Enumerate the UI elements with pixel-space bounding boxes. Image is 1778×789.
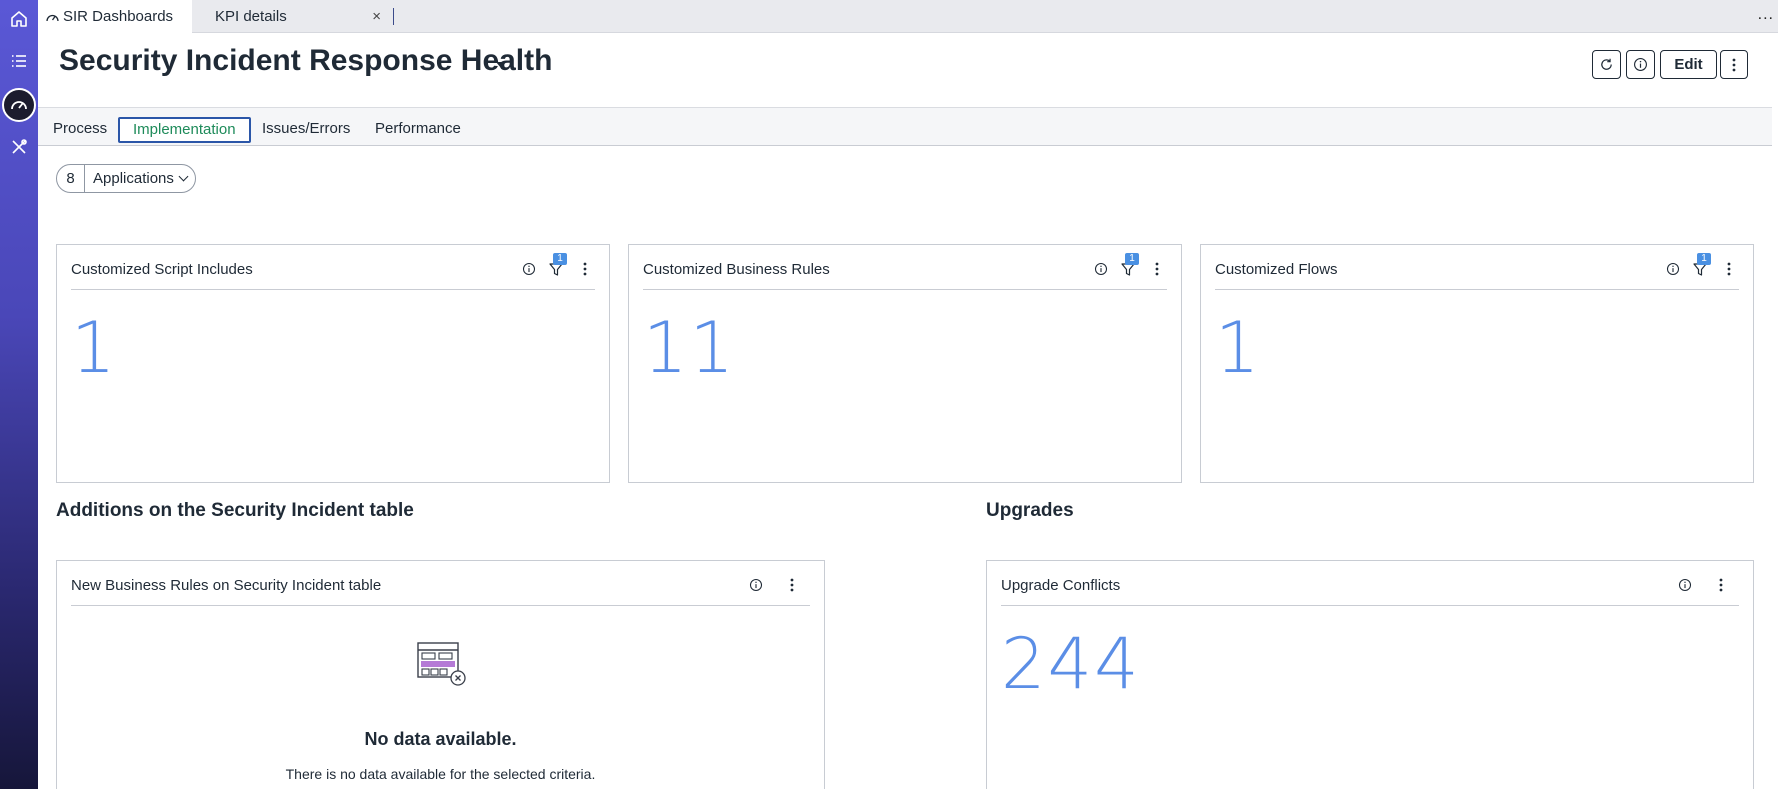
refresh-button[interactable] xyxy=(1592,50,1621,79)
info-icon[interactable] xyxy=(1665,261,1681,277)
workspace-tab-strip: SIR Dashboards KPI details × ... xyxy=(38,0,1778,33)
kebab-icon[interactable] xyxy=(1713,577,1729,593)
list-icon[interactable] xyxy=(0,42,38,80)
chevron-down-icon xyxy=(178,171,189,182)
card-title: Customized Script Includes xyxy=(71,261,253,278)
card-divider xyxy=(71,289,595,290)
applications-count: 8 xyxy=(57,165,85,192)
tools-icon[interactable] xyxy=(0,128,38,166)
card-divider xyxy=(1215,289,1739,290)
section-heading-additions: Additions on the Security Incident table xyxy=(56,500,414,521)
info-icon xyxy=(1633,57,1648,72)
applications-label: Applications xyxy=(93,170,174,187)
left-nav-rail xyxy=(0,0,38,789)
kpi-card-business-rules: Customized Business Rules 1 11 xyxy=(628,244,1182,483)
card-actions: 1 xyxy=(1665,253,1737,277)
kpi-card-script-includes: Customized Script Includes 1 1 xyxy=(56,244,610,483)
more-tabs-button[interactable]: ... xyxy=(1758,6,1774,24)
dashboard-icon[interactable] xyxy=(0,86,38,124)
kpi-card-flows: Customized Flows 1 1 xyxy=(1200,244,1754,483)
filter-icon[interactable]: 1 xyxy=(1693,253,1711,277)
kebab-icon[interactable] xyxy=(1721,261,1737,277)
upgrade-conflicts-card: Upgrade Conflicts 244 xyxy=(986,560,1754,789)
more-options-button[interactable] xyxy=(1720,50,1748,79)
tab-process[interactable]: Process xyxy=(53,118,107,144)
empty-state-message: There is no data available for the selec… xyxy=(285,766,596,782)
card-actions xyxy=(748,577,800,593)
tab-issues-errors[interactable]: Issues/Errors xyxy=(262,118,350,144)
info-button[interactable] xyxy=(1626,50,1655,79)
filter-icon[interactable]: 1 xyxy=(1121,253,1139,277)
home-icon[interactable] xyxy=(0,0,38,38)
tab-sir-dashboards[interactable]: SIR Dashboards xyxy=(38,0,192,33)
tab-divider xyxy=(393,8,394,25)
info-icon[interactable] xyxy=(1677,577,1693,593)
info-icon[interactable] xyxy=(1093,261,1109,277)
kebab-icon[interactable] xyxy=(784,577,800,593)
tab-performance[interactable]: Performance xyxy=(375,118,461,144)
kpi-value[interactable]: 1 xyxy=(71,307,118,389)
title-dropdown-icon[interactable] xyxy=(496,62,506,68)
new-business-rules-card: New Business Rules on Security Incident … xyxy=(56,560,825,789)
dashboard-tab-bar: Process Implementation Issues/Errors Per… xyxy=(38,107,1772,146)
empty-state-title: No data available. xyxy=(364,729,517,749)
kebab-icon[interactable] xyxy=(577,261,593,277)
kebab-icon[interactable] xyxy=(1149,261,1165,277)
refresh-icon xyxy=(1599,57,1614,72)
close-icon[interactable]: × xyxy=(372,8,381,25)
tab-kpi-details[interactable]: KPI details × xyxy=(205,0,391,33)
filter-count-badge: 1 xyxy=(553,253,567,265)
info-icon[interactable] xyxy=(521,261,537,277)
kpi-value[interactable]: 1 xyxy=(1215,307,1262,389)
kpi-value[interactable]: 11 xyxy=(643,307,736,389)
card-title: Upgrade Conflicts xyxy=(1001,577,1121,594)
card-title: Customized Business Rules xyxy=(643,261,830,278)
kebab-icon xyxy=(1732,58,1736,72)
tab-label: SIR Dashboards xyxy=(63,8,174,25)
card-actions xyxy=(1677,577,1729,593)
card-actions: 1 xyxy=(521,253,593,277)
section-heading-upgrades: Upgrades xyxy=(986,500,1074,521)
edit-button[interactable]: Edit xyxy=(1660,50,1717,79)
gauge-icon xyxy=(46,12,59,22)
card-title: Customized Flows xyxy=(1215,261,1338,278)
page-title: Security Incident Response Health xyxy=(59,44,553,77)
filter-icon[interactable]: 1 xyxy=(549,253,567,277)
tab-label: KPI details xyxy=(215,8,287,25)
empty-table-icon xyxy=(416,641,466,692)
card-actions: 1 xyxy=(1093,253,1165,277)
card-divider xyxy=(643,289,1167,290)
applications-filter[interactable]: 8 Applications xyxy=(56,164,196,193)
filter-count-badge: 1 xyxy=(1125,253,1139,265)
kpi-value[interactable]: 244 xyxy=(1001,623,1141,705)
filter-count-badge: 1 xyxy=(1697,253,1711,265)
card-divider xyxy=(1001,605,1739,606)
tab-implementation[interactable]: Implementation xyxy=(118,117,251,143)
info-icon[interactable] xyxy=(748,577,764,593)
card-title: New Business Rules on Security Incident … xyxy=(71,577,382,594)
card-divider xyxy=(71,605,810,606)
